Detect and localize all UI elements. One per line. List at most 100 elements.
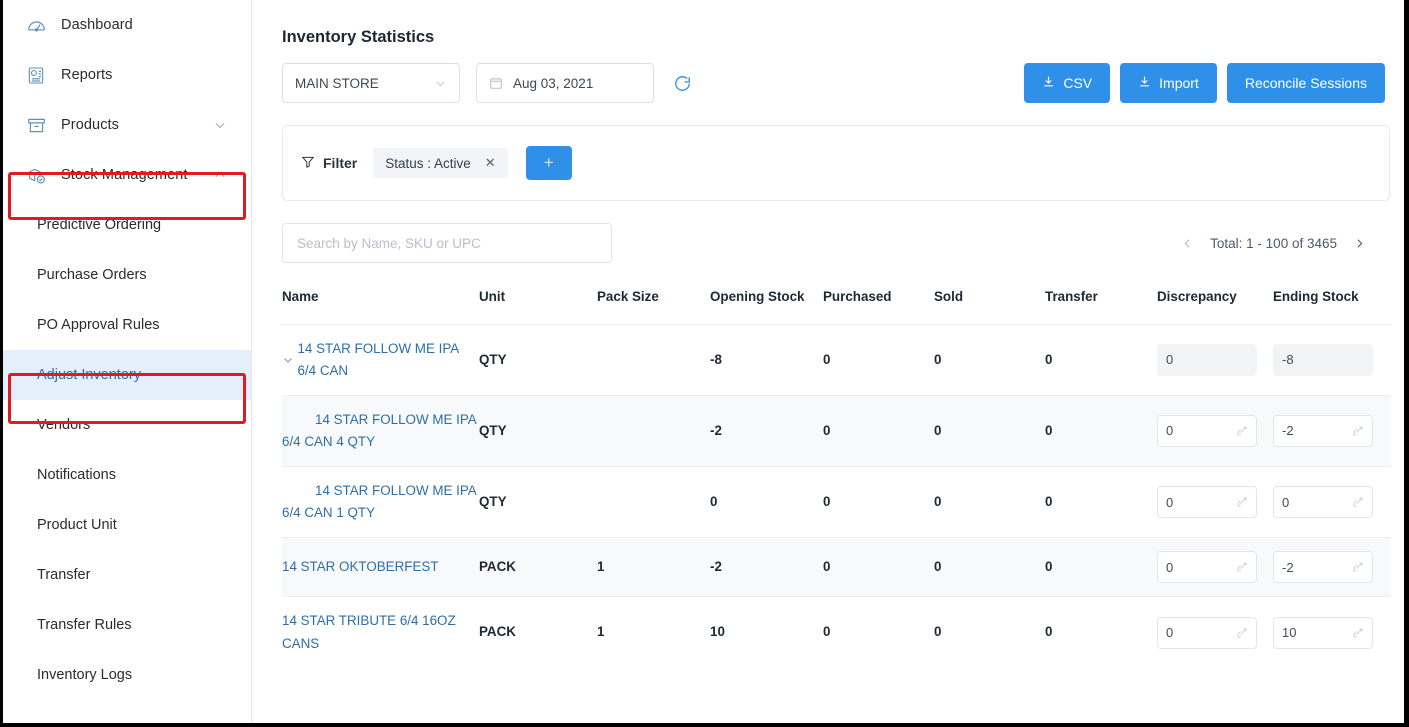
discrepancy-input[interactable]: 0 — [1157, 617, 1257, 649]
discrepancy-value: 0 — [1166, 420, 1173, 441]
filter-chip-status[interactable]: Status : Active ✕ — [373, 148, 507, 178]
cell-purchased: 0 — [823, 597, 934, 668]
chevron-down-icon[interactable] — [213, 118, 227, 132]
cell-sold: 0 — [934, 467, 1045, 538]
sidebar-subitem-transfer-rules[interactable]: Transfer Rules — [3, 600, 251, 650]
sidebar-subitem-label: Purchase Orders — [37, 267, 147, 283]
edit-pencil-icon[interactable] — [1236, 561, 1248, 573]
import-button[interactable]: Import — [1120, 63, 1217, 103]
product-name-link[interactable]: 14 STAR FOLLOW ME IPA 6/4 CAN — [297, 338, 479, 382]
edit-pencil-icon[interactable] — [1352, 425, 1364, 437]
column-header-pack-size[interactable]: Pack Size — [597, 281, 710, 324]
pagination-next-button[interactable] — [1353, 237, 1366, 250]
chevron-up-icon[interactable] — [213, 168, 227, 182]
filter-label-group: Filter — [301, 155, 357, 172]
date-picker[interactable]: Aug 03, 2021 — [476, 63, 654, 103]
csv-button[interactable]: CSV — [1024, 63, 1110, 103]
sidebar-subitem-transfer[interactable]: Transfer — [3, 550, 251, 600]
store-select[interactable]: MAIN STORE — [282, 63, 460, 103]
sidebar-subitem-notifications[interactable]: Notifications — [3, 450, 251, 500]
product-name-link[interactable]: 14 STAR TRIBUTE 6/4 16OZ CANS — [282, 613, 456, 650]
table-body: 14 STAR FOLLOW ME IPA 6/4 CAN QTY -8 0 0… — [282, 324, 1391, 667]
cell-ending-stock: 10 — [1273, 597, 1391, 668]
column-header-transfer[interactable]: Transfer — [1045, 281, 1157, 324]
column-header-name[interactable]: Name — [282, 281, 479, 324]
reconcile-sessions-button[interactable]: Reconcile Sessions — [1227, 63, 1385, 103]
close-icon[interactable]: ✕ — [485, 155, 496, 171]
cell-sold: 0 — [934, 597, 1045, 668]
discrepancy-input[interactable]: 0 — [1157, 551, 1257, 583]
search-input[interactable] — [282, 223, 612, 263]
edit-pencil-icon[interactable] — [1352, 496, 1364, 508]
calendar-icon — [489, 76, 503, 90]
column-header-opening-stock[interactable]: Opening Stock — [710, 281, 823, 324]
column-header-unit[interactable]: Unit — [479, 281, 597, 324]
cell-discrepancy: 0 — [1157, 467, 1273, 538]
chevron-down-icon — [434, 77, 447, 90]
sidebar-item-label: Dashboard — [61, 17, 133, 33]
cell-sold: 0 — [934, 395, 1045, 466]
ending-stock-value: 0 — [1282, 492, 1289, 513]
cell-sold: 0 — [934, 324, 1045, 395]
edit-pencil-icon[interactable] — [1236, 627, 1248, 639]
sidebar-subitem-vendors[interactable]: Vendors — [3, 400, 251, 450]
product-name-link[interactable]: 14 STAR OKTOBERFEST — [282, 559, 439, 574]
cell-transfer: 0 — [1045, 538, 1157, 597]
column-header-purchased[interactable]: Purchased — [823, 281, 934, 324]
sidebar-subitem-label: Predictive Ordering — [37, 217, 161, 233]
cell-opening-stock: -8 — [710, 324, 823, 395]
sidebar-item-stock-management[interactable]: Stock Management — [3, 150, 251, 200]
chevron-left-icon — [1181, 237, 1194, 250]
cell-name: 14 STAR FOLLOW ME IPA 6/4 CAN 1 QTY — [282, 467, 479, 538]
sidebar-subitem-adjust-inventory[interactable]: Adjust Inventory — [3, 350, 251, 400]
pagination-summary: Total: 1 - 100 of 3465 — [1210, 236, 1337, 251]
sidebar-subitem-po-approval-rules[interactable]: PO Approval Rules — [3, 300, 251, 350]
cell-unit: PACK — [479, 538, 597, 597]
sidebar-subitem-predictive-ordering[interactable]: Predictive Ordering — [3, 200, 251, 250]
sidebar-subitem-product-unit[interactable]: Product Unit — [3, 500, 251, 550]
column-header-ending-stock[interactable]: Ending Stock — [1273, 281, 1391, 324]
discrepancy-input[interactable]: 0 — [1157, 486, 1257, 518]
ending-stock-value: 10 — [1282, 622, 1296, 643]
product-name-link[interactable]: 14 STAR FOLLOW ME IPA 6/4 CAN 4 QTY — [282, 412, 476, 449]
toolbar: MAIN STORE Aug 03, 2021 — [282, 63, 1390, 103]
ending-stock-input[interactable]: -2 — [1273, 551, 1373, 583]
edit-pencil-icon[interactable] — [1236, 425, 1248, 437]
date-picker-value: Aug 03, 2021 — [513, 76, 593, 91]
cell-name: 14 STAR TRIBUTE 6/4 16OZ CANS — [282, 597, 479, 668]
sidebar-item-products[interactable]: Products — [3, 100, 251, 150]
refresh-button[interactable] — [668, 69, 696, 97]
add-filter-button[interactable]: + — [526, 146, 572, 180]
product-name-link[interactable]: 14 STAR FOLLOW ME IPA 6/4 CAN 1 QTY — [282, 483, 476, 520]
search-row: Total: 1 - 100 of 3465 — [282, 223, 1390, 263]
edit-pencil-icon[interactable] — [1236, 496, 1248, 508]
edit-pencil-icon[interactable] — [1352, 561, 1364, 573]
column-header-discrepancy[interactable]: Discrepancy — [1157, 281, 1273, 324]
filter-chip-label: Status : Active — [385, 156, 471, 171]
cell-unit: QTY — [479, 467, 597, 538]
sidebar-subitem-inventory-logs[interactable]: Inventory Logs — [3, 650, 251, 700]
sidebar-item-reports[interactable]: Reports — [3, 50, 251, 100]
ending-stock-input[interactable]: -8 — [1273, 344, 1373, 376]
ending-stock-input[interactable]: 0 — [1273, 486, 1373, 518]
ending-stock-value: -2 — [1282, 557, 1294, 578]
table-header-row: Name Unit Pack Size Opening Stock Purcha… — [282, 281, 1391, 324]
toolbar-actions: CSV Import Reconcile Sessions — [1024, 63, 1385, 103]
cell-name: 14 STAR FOLLOW ME IPA 6/4 CAN 4 QTY — [282, 395, 479, 466]
pagination-prev-button[interactable] — [1181, 237, 1194, 250]
app-root: Dashboard Reports Products — [0, 0, 1409, 727]
cell-pack-size — [597, 467, 710, 538]
sidebar-item-dashboard[interactable]: Dashboard — [3, 0, 251, 50]
discrepancy-input[interactable]: 0 — [1157, 344, 1257, 376]
ending-stock-input[interactable]: 10 — [1273, 617, 1373, 649]
sidebar-subitem-purchase-orders[interactable]: Purchase Orders — [3, 250, 251, 300]
cell-sold: 0 — [934, 538, 1045, 597]
cell-unit: QTY — [479, 324, 597, 395]
ending-stock-input[interactable]: -2 — [1273, 415, 1373, 447]
column-header-sold[interactable]: Sold — [934, 281, 1045, 324]
sidebar-subitem-label: Transfer — [37, 567, 90, 583]
cell-opening-stock: -2 — [710, 538, 823, 597]
discrepancy-input[interactable]: 0 — [1157, 415, 1257, 447]
row-expander-icon[interactable] — [282, 354, 295, 366]
edit-pencil-icon[interactable] — [1352, 627, 1364, 639]
